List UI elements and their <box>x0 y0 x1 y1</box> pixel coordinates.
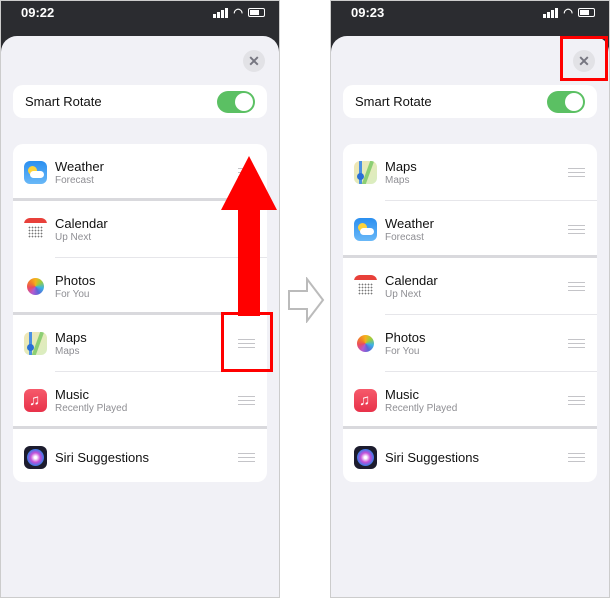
widget-row-photos[interactable]: Photos For You <box>343 315 597 372</box>
smart-rotate-toggle[interactable] <box>217 90 255 113</box>
music-icon: ♫ <box>354 389 377 412</box>
status-bar: 09:23 ◠ <box>331 1 609 36</box>
wifi-icon: ◠ <box>233 7 243 19</box>
widget-row-siri-suggestions[interactable]: Siri Suggestions <box>13 429 267 482</box>
battery-icon <box>248 8 265 17</box>
widget-row-music[interactable]: ♫ Music Recently Played <box>343 372 597 429</box>
battery-icon <box>578 8 595 17</box>
smart-rotate-row: Smart Rotate <box>13 85 267 118</box>
drag-up-arrow-icon <box>221 156 277 316</box>
widget-subtitle: Recently Played <box>55 403 128 414</box>
drag-handle-icon[interactable] <box>568 225 585 234</box>
drag-handle-icon[interactable] <box>568 339 585 348</box>
smart-rotate-label: Smart Rotate <box>355 94 432 109</box>
status-time: 09:22 <box>21 5 55 20</box>
smart-rotate-row: Smart Rotate <box>343 85 597 118</box>
close-button[interactable]: ✕ <box>243 50 265 72</box>
signal-icon <box>213 7 229 18</box>
weather-icon <box>24 161 47 184</box>
widget-title: Maps <box>385 159 417 174</box>
drag-handle-icon[interactable] <box>568 396 585 405</box>
signal-icon <box>543 7 559 18</box>
highlight-drag-handle <box>221 312 273 372</box>
status-time: 09:23 <box>351 5 385 20</box>
widget-title: Photos <box>55 273 96 288</box>
maps-icon <box>24 332 47 355</box>
widget-subtitle: Recently Played <box>385 403 458 414</box>
drag-handle-icon[interactable] <box>238 396 255 405</box>
highlight-close-button <box>560 36 608 81</box>
widget-list: Maps Maps Weather Forecast Calendar Up N… <box>343 144 597 482</box>
music-icon: ♫ <box>24 389 47 412</box>
photos-icon <box>354 332 377 355</box>
widget-row-calendar[interactable]: Calendar Up Next <box>343 258 597 315</box>
widget-title: Maps <box>55 330 87 345</box>
widget-subtitle: Forecast <box>55 175 94 186</box>
widget-subtitle: For You <box>385 346 420 357</box>
widget-title: Photos <box>385 330 426 345</box>
drag-handle-icon[interactable] <box>568 282 585 291</box>
widget-title: Calendar <box>55 216 108 231</box>
calendar-icon <box>24 218 47 241</box>
status-bar: 09:22 ◠ <box>1 1 279 36</box>
widget-title: Weather <box>385 216 434 231</box>
widget-title: Siri Suggestions <box>385 450 479 465</box>
smart-rotate-toggle[interactable] <box>547 90 585 113</box>
widget-title: Siri Suggestions <box>55 450 149 465</box>
widget-subtitle: For You <box>55 289 90 300</box>
phone-after: 09:23 ◠ ✕ Smart Rotate Maps Maps Weather… <box>330 0 610 598</box>
widget-sheet: ✕ Smart Rotate Maps Maps Weather Forecas… <box>331 36 609 597</box>
maps-icon <box>354 161 377 184</box>
widget-row-siri-suggestions[interactable]: Siri Suggestions <box>343 429 597 482</box>
widget-subtitle: Up Next <box>55 232 92 243</box>
widget-subtitle: Forecast <box>385 232 424 243</box>
widget-row-maps[interactable]: Maps Maps <box>343 144 597 201</box>
drag-handle-icon[interactable] <box>568 453 585 462</box>
calendar-icon <box>354 275 377 298</box>
widget-title: Calendar <box>385 273 438 288</box>
widget-title: Music <box>385 387 419 402</box>
widget-subtitle: Maps <box>385 175 410 186</box>
wifi-icon: ◠ <box>563 7 573 19</box>
siri-icon <box>354 446 377 469</box>
widget-row-music[interactable]: ♫ Music Recently Played <box>13 372 267 429</box>
close-icon: ✕ <box>248 52 260 69</box>
weather-icon <box>354 218 377 241</box>
photos-icon <box>24 275 47 298</box>
widget-row-weather[interactable]: Weather Forecast <box>343 201 597 258</box>
siri-icon <box>24 446 47 469</box>
widget-subtitle: Maps <box>55 346 80 357</box>
widget-title: Music <box>55 387 89 402</box>
next-step-arrow-icon <box>288 277 325 323</box>
drag-handle-icon[interactable] <box>238 453 255 462</box>
widget-subtitle: Up Next <box>385 289 422 300</box>
widget-title: Weather <box>55 159 104 174</box>
smart-rotate-label: Smart Rotate <box>25 94 102 109</box>
drag-handle-icon[interactable] <box>568 168 585 177</box>
